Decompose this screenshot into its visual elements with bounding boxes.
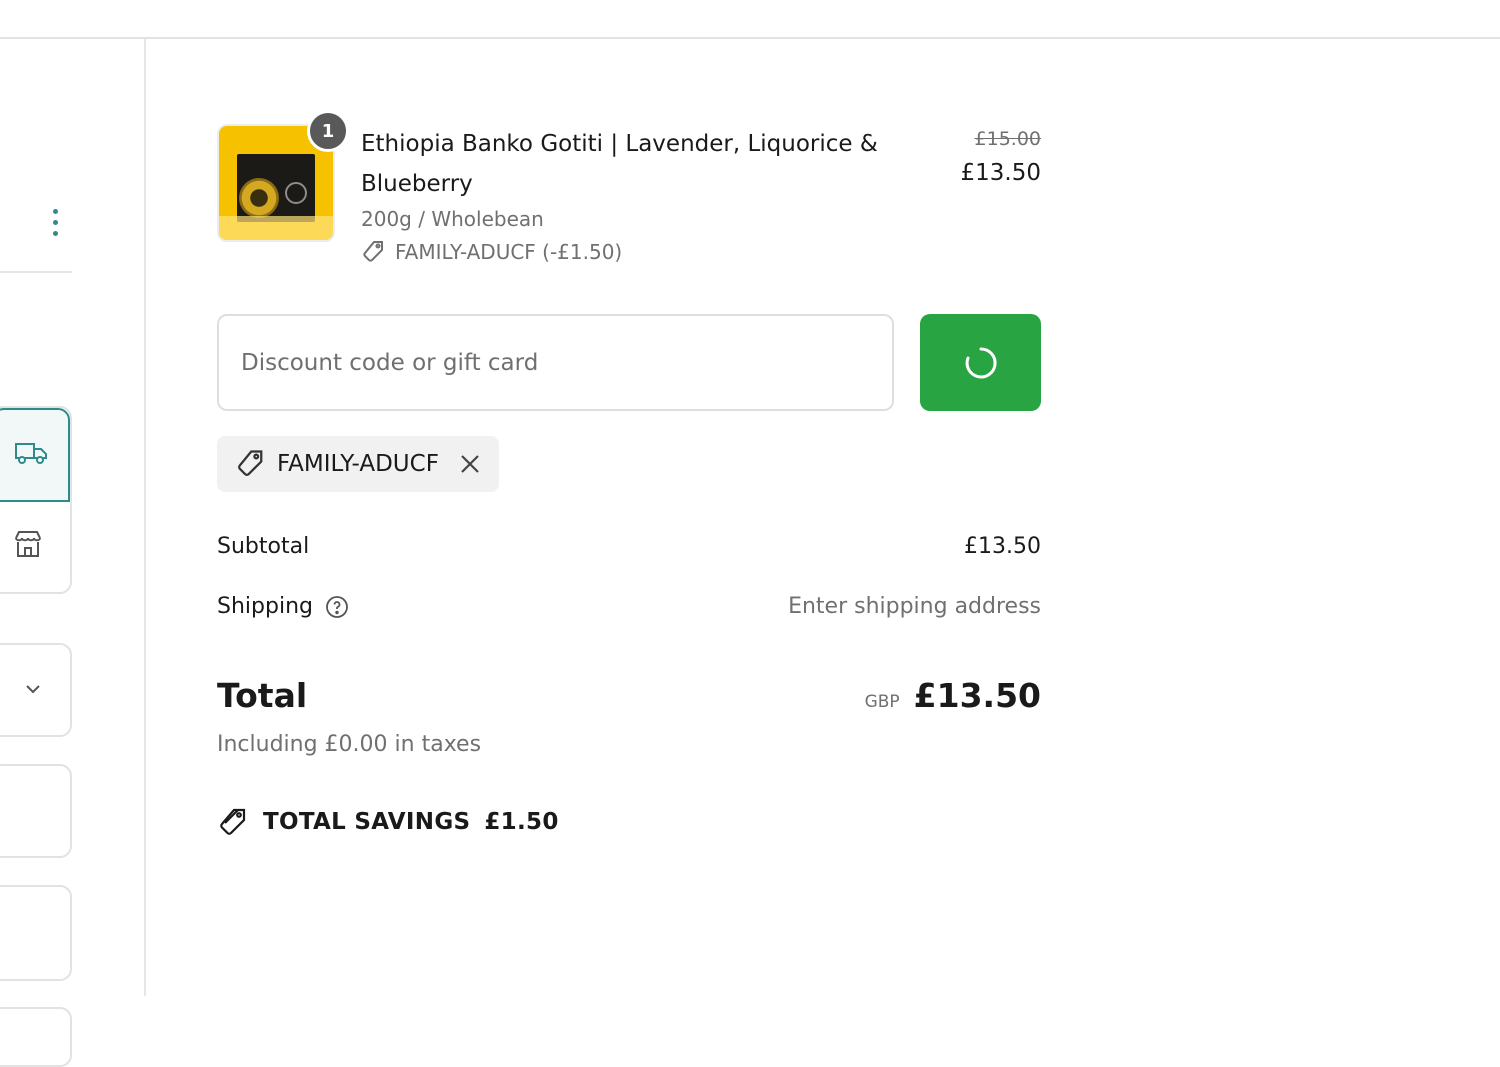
taxes-note: Including £0.00 in taxes bbox=[217, 732, 482, 757]
store-icon bbox=[15, 531, 41, 557]
item-discount-label: FAMILY-ADUCF (-£1.50) bbox=[395, 240, 623, 264]
divider bbox=[0, 271, 72, 273]
total-amount-group: GBP £13.50 bbox=[865, 676, 1041, 715]
savings-label: TOTAL SAVINGS bbox=[263, 809, 471, 835]
brand-logo bbox=[285, 182, 307, 204]
delivery-option-ship[interactable] bbox=[0, 408, 70, 502]
applied-discount-tag: FAMILY-ADUCF bbox=[217, 436, 499, 492]
subtotal-label: Subtotal bbox=[217, 534, 310, 559]
more-vertical-icon[interactable] bbox=[50, 207, 62, 239]
savings-value: £1.50 bbox=[484, 809, 559, 835]
tag-icon bbox=[363, 241, 383, 262]
line-item: 1 Ethiopia Banko Gotiti | Lavender, Liqu… bbox=[217, 110, 1041, 274]
currency-code: GBP bbox=[864, 692, 900, 712]
total-value: £13.50 bbox=[913, 676, 1041, 715]
quantity-badge: 1 bbox=[307, 110, 349, 152]
shipping-row: Shipping Enter shipping address bbox=[217, 594, 1041, 619]
delivery-method-group bbox=[0, 406, 72, 594]
form-field[interactable] bbox=[0, 764, 72, 858]
product-title: Ethiopia Banko Gotiti | Lavender, Liquor… bbox=[361, 131, 878, 197]
shipping-label-group: Shipping bbox=[217, 594, 349, 619]
subtotal-value: £13.50 bbox=[964, 534, 1041, 559]
current-price: £13.50 bbox=[960, 160, 1041, 186]
checkout-form-panel bbox=[0, 39, 146, 1067]
savings-tag-icon bbox=[220, 808, 246, 835]
subtotal-row: Subtotal £13.50 bbox=[217, 534, 1041, 559]
apply-discount-button[interactable] bbox=[920, 314, 1041, 411]
close-icon bbox=[461, 455, 479, 473]
loading-spinner-icon bbox=[965, 346, 997, 378]
image-highlight bbox=[219, 216, 333, 240]
chevron-down-icon bbox=[26, 685, 40, 694]
item-discount: FAMILY-ADUCF (-£1.50) bbox=[361, 240, 622, 264]
total-label: Total bbox=[217, 676, 308, 715]
discount-code-input[interactable] bbox=[217, 314, 894, 411]
form-field[interactable] bbox=[0, 1007, 72, 1067]
total-savings: TOTAL SAVINGS £1.50 bbox=[217, 806, 559, 838]
product-variant: 200g / Wholebean bbox=[361, 207, 544, 231]
tag-icon bbox=[238, 450, 263, 476]
top-bar bbox=[0, 0, 1500, 39]
product-artwork bbox=[239, 178, 279, 218]
applied-discount-code: FAMILY-ADUCF bbox=[277, 451, 439, 477]
help-circle-icon[interactable] bbox=[325, 595, 349, 619]
original-price: £15.00 bbox=[974, 128, 1041, 150]
remove-discount-button[interactable] bbox=[459, 453, 481, 475]
delivery-option-pickup[interactable] bbox=[0, 502, 70, 592]
country-select[interactable] bbox=[0, 643, 72, 737]
form-field[interactable] bbox=[0, 885, 72, 981]
shipping-label: Shipping bbox=[217, 594, 313, 619]
truck-icon bbox=[15, 443, 47, 464]
shipping-value: Enter shipping address bbox=[788, 594, 1041, 619]
